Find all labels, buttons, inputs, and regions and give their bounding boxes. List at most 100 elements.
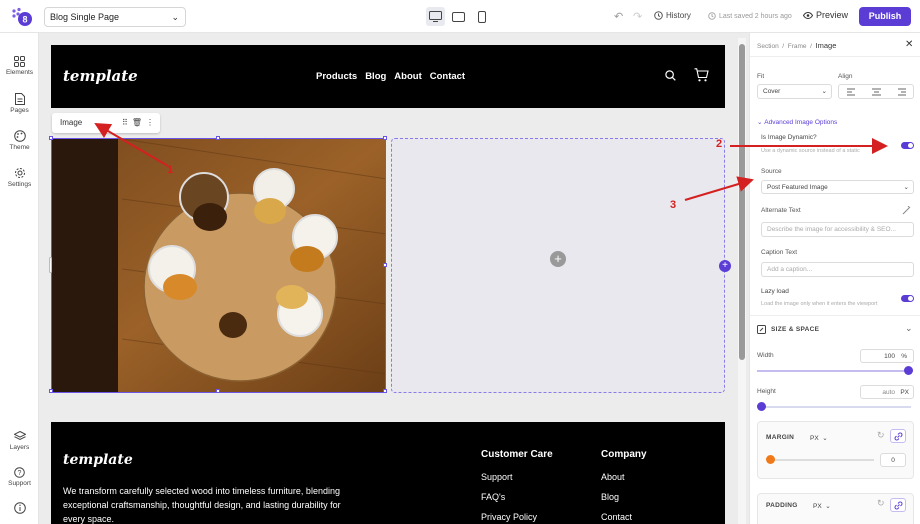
align-right-icon[interactable] xyxy=(897,88,906,96)
footer-link-contact[interactable]: Contact xyxy=(601,512,647,522)
source-select[interactable]: Post Featured Image ⌄ xyxy=(761,180,914,194)
menu-item-about[interactable]: About xyxy=(394,71,421,82)
lazy-load-toggle[interactable] xyxy=(901,295,914,302)
width-slider-knob[interactable] xyxy=(904,366,913,375)
element-toolbar: Image ⠿🗑⋮ xyxy=(52,113,160,133)
advanced-options-toggle[interactable]: ⌄ Advanced Image Options xyxy=(757,118,837,126)
breadcrumb-frame[interactable]: Frame xyxy=(788,43,807,50)
resize-handle-tl[interactable] xyxy=(49,136,53,140)
sidebar-item-layers[interactable]: Layers xyxy=(0,431,39,451)
caption-input[interactable]: Add a caption... xyxy=(761,262,914,277)
footer-heading: Customer Care xyxy=(481,449,553,460)
site-header[interactable]: template Products Blog About Contact xyxy=(51,45,725,108)
sidebar-item-support[interactable]: ? Support xyxy=(0,467,39,487)
left-resize-grip[interactable] xyxy=(49,257,52,273)
info-button[interactable] xyxy=(0,502,39,516)
trash-icon[interactable]: 🗑 xyxy=(132,118,146,127)
reset-icon[interactable]: ↻ xyxy=(877,430,885,441)
margin-value-input[interactable]: 0 xyxy=(880,453,906,467)
link-values-button[interactable] xyxy=(890,498,906,512)
caption-placeholder: Add a caption... xyxy=(767,266,813,273)
align-left-icon[interactable] xyxy=(847,88,856,96)
tablet-view-button[interactable] xyxy=(449,7,468,26)
magic-wand-icon[interactable] xyxy=(902,206,911,215)
footer-link-about[interactable]: About xyxy=(601,472,647,482)
menu-item-products[interactable]: Products xyxy=(316,71,357,82)
resize-handle-br[interactable] xyxy=(383,389,387,393)
sidebar-item-elements[interactable]: Elements xyxy=(0,56,39,76)
sidebar-item-settings[interactable]: Settings xyxy=(0,167,39,188)
cart-icon[interactable] xyxy=(694,68,709,82)
close-icon[interactable]: ✕ xyxy=(905,39,913,50)
menu-item-contact[interactable]: Contact xyxy=(430,71,465,82)
scrollbar-thumb[interactable] xyxy=(739,44,745,360)
publish-button[interactable]: Publish xyxy=(859,7,911,26)
left-sidebar: Elements Pages Theme Settings Layers ? S… xyxy=(0,33,39,524)
footer-link-blog[interactable]: Blog xyxy=(601,492,647,502)
drag-handle-icon[interactable]: ⠿ xyxy=(122,118,132,127)
height-slider[interactable] xyxy=(757,406,911,408)
link-values-button[interactable] xyxy=(890,429,906,443)
history-button[interactable]: History xyxy=(654,11,691,20)
height-unit[interactable]: PX xyxy=(900,386,909,399)
footer-link-faqs[interactable]: FAQ's xyxy=(481,492,553,502)
search-icon[interactable] xyxy=(665,70,676,81)
annotation-number-2: 2 xyxy=(716,138,723,150)
sidebar-item-theme[interactable]: Theme xyxy=(0,130,39,151)
height-input[interactable]: auto PX xyxy=(860,385,914,399)
resize-handle-bm[interactable] xyxy=(216,389,220,393)
width-unit[interactable]: % xyxy=(901,350,907,363)
device-switcher xyxy=(426,7,491,26)
footer-logo[interactable]: template xyxy=(63,452,133,468)
width-slider[interactable] xyxy=(757,370,911,372)
footer-description: We transform carefully selected wood int… xyxy=(63,486,341,524)
empty-frame-slot[interactable]: + xyxy=(391,138,725,393)
alt-text-label: Alternate Text xyxy=(761,207,801,214)
reset-icon[interactable]: ↻ xyxy=(877,498,885,509)
breadcrumb-section[interactable]: Section xyxy=(757,43,779,50)
resize-handle-bl[interactable] xyxy=(49,389,53,393)
footer-column-company: Company About Blog Contact xyxy=(601,449,647,524)
editor-canvas[interactable]: template Products Blog About Contact Ima… xyxy=(39,33,749,524)
chevron-down-icon[interactable]: ⌄ xyxy=(905,323,913,334)
undo-icon[interactable]: ↶ xyxy=(614,10,623,23)
site-footer[interactable]: template We transform carefully selected… xyxy=(51,422,725,524)
add-column-icon[interactable]: + xyxy=(719,260,731,272)
alt-text-input[interactable]: Describe the image for accessibility & S… xyxy=(761,222,914,237)
redo-icon[interactable]: ↷ xyxy=(633,10,642,23)
footer-link-support[interactable]: Support xyxy=(481,472,553,482)
footer-link-privacy[interactable]: Privacy Policy xyxy=(481,512,553,522)
sidebar-item-pages[interactable]: Pages xyxy=(0,93,39,114)
padding-unit-select[interactable]: PX ⌄ xyxy=(813,502,831,510)
dynamic-toggle[interactable] xyxy=(901,142,914,149)
caption-label: Caption Text xyxy=(761,249,798,256)
menu-item-blog[interactable]: Blog xyxy=(365,71,386,82)
align-center-icon[interactable] xyxy=(872,88,881,96)
beer-flight-photo xyxy=(52,139,385,392)
height-slider-knob[interactable] xyxy=(757,402,766,411)
app-logo-icon[interactable]: 8 xyxy=(11,7,33,27)
add-element-icon[interactable]: + xyxy=(550,251,566,267)
resize-handle-tr[interactable] xyxy=(383,136,387,140)
page-select[interactable]: Blog Single Page ⌄ xyxy=(44,7,186,27)
selected-image-element[interactable] xyxy=(51,138,386,393)
desktop-view-button[interactable] xyxy=(426,7,445,26)
sidebar-item-label: Elements xyxy=(5,69,34,76)
margin-slider-knob[interactable] xyxy=(766,455,775,464)
canvas-scrollbar[interactable] xyxy=(738,38,746,524)
chevron-down-icon: ⌄ xyxy=(757,119,763,126)
sidebar-item-label: Pages xyxy=(10,107,29,114)
margin-unit-select[interactable]: PX ⌄ xyxy=(810,434,828,442)
resize-handle-tm[interactable] xyxy=(216,136,220,140)
more-options-icon[interactable]: ⋮ xyxy=(146,118,158,127)
site-logo[interactable]: template xyxy=(63,67,138,85)
width-input[interactable]: 100 % xyxy=(860,349,914,363)
preview-button[interactable]: Preview xyxy=(803,10,848,20)
resize-handle-mr[interactable] xyxy=(383,263,387,267)
margin-slider[interactable] xyxy=(772,459,874,461)
fit-select[interactable]: Cover ⌄ xyxy=(757,84,832,99)
size-space-header[interactable]: SIZE & SPACE xyxy=(771,326,819,333)
mobile-view-button[interactable] xyxy=(472,7,491,26)
annotation-number-1: 1 xyxy=(167,164,174,176)
align-group xyxy=(838,84,914,99)
